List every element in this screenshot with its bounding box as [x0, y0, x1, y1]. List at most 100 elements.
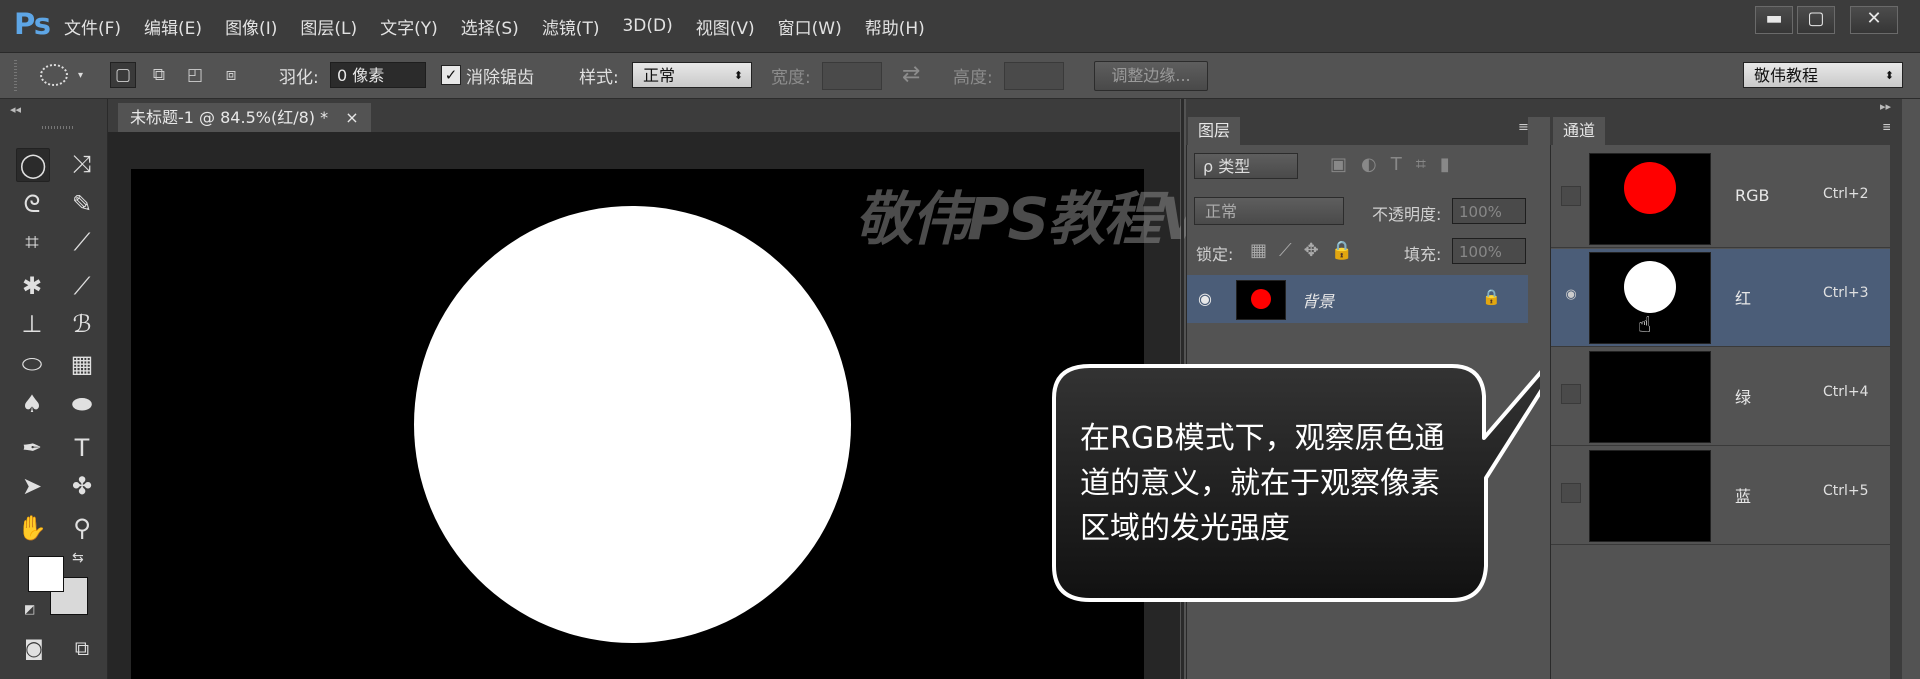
channel-row-green[interactable]: 绿 Ctrl+4	[1551, 348, 1890, 446]
channel-row-blue[interactable]: 蓝 Ctrl+5	[1551, 447, 1890, 545]
menu-edit[interactable]: 编辑(E)	[144, 14, 202, 39]
workspace-value: 敬伟教程	[1754, 66, 1819, 85]
healing-brush-tool-icon[interactable]: ✱	[16, 270, 48, 302]
close-button[interactable]: ✕	[1850, 6, 1898, 34]
style-value: 正常	[643, 66, 676, 85]
panel-menu-icon[interactable]: ≡	[1518, 120, 1529, 135]
callout-text: 在RGB模式下，观察原色通道的意义，就在于观察像素区域的发光强度	[1080, 421, 1445, 546]
layer-filter-icons: ▣◐T⌗▮	[1330, 154, 1464, 175]
blend-mode-dropdown[interactable]: 正常	[1194, 197, 1344, 225]
brush-tool-icon[interactable]: ⟋	[66, 270, 98, 302]
channel-shortcut: Ctrl+5	[1823, 483, 1869, 499]
menu-window[interactable]: 窗口(W)	[778, 14, 842, 39]
maximize-button[interactable]: ▢	[1797, 6, 1835, 34]
width-input[interactable]	[822, 62, 882, 90]
pen-tool-icon[interactable]: ✒	[16, 432, 48, 464]
collapse-panel-icon[interactable]: ◂◂	[10, 103, 21, 116]
refine-edge-button[interactable]: 调整边缘...	[1094, 61, 1208, 91]
panel-dock-header	[1186, 99, 1902, 117]
channel-name: 绿	[1735, 388, 1752, 407]
elliptical-marquee-icon[interactable]	[40, 64, 68, 86]
opacity-input[interactable]: 100%	[1452, 198, 1526, 224]
zoom-tool-icon[interactable]: ⚲	[66, 512, 98, 544]
layers-tab[interactable]: 图层	[1188, 117, 1241, 145]
channel-shortcut: Ctrl+4	[1823, 384, 1869, 400]
style-label: 样式:	[579, 68, 619, 88]
height-input[interactable]	[1004, 62, 1064, 90]
feather-label: 羽化:	[279, 68, 319, 88]
clone-stamp-tool-icon[interactable]: ⊥	[16, 308, 48, 340]
channel-row-red[interactable]: ◉ ☝ 红 Ctrl+3	[1551, 249, 1890, 347]
screen-mode-icon[interactable]: ⧉	[66, 632, 98, 664]
channel-row-rgb[interactable]: RGB Ctrl+2	[1551, 150, 1890, 248]
menu-filter[interactable]: 滤镜(T)	[542, 14, 600, 39]
panel-scrollbar[interactable]	[1890, 117, 1902, 679]
channel-visibility-toggle[interactable]	[1561, 186, 1581, 206]
eraser-tool-icon[interactable]: ⬭	[16, 348, 48, 380]
dodge-tool-icon[interactable]: ⬬	[66, 388, 98, 420]
photoshop-logo: Ps	[14, 7, 51, 41]
subtract-from-selection-icon[interactable]: ◰	[182, 62, 208, 88]
tool-preset-chevron-icon[interactable]: ▾	[78, 70, 83, 81]
menu-3d[interactable]: 3D(D)	[622, 16, 672, 36]
minimize-button[interactable]: ▬	[1755, 6, 1793, 34]
hand-tool-icon[interactable]: ✋	[16, 512, 48, 544]
options-grip[interactable]	[14, 60, 17, 92]
dropdown-arrows-icon: ⬍	[1884, 69, 1894, 82]
menu-type[interactable]: 文字(Y)	[380, 14, 438, 39]
menu-image[interactable]: 图像(I)	[225, 14, 277, 39]
channel-thumbnail	[1589, 153, 1711, 245]
crop-tool-icon[interactable]: ⌗	[16, 226, 48, 258]
lasso-tool-icon[interactable]: ᘓ	[16, 188, 48, 220]
type-tool-icon[interactable]: T	[66, 432, 98, 464]
channel-visibility-eye-icon[interactable]: ◉	[1561, 285, 1581, 305]
foreground-color-swatch[interactable]	[28, 556, 64, 592]
swap-colors-icon[interactable]: ⇆	[72, 550, 84, 566]
main-menu: 文件(F) 编辑(E) 图像(I) 图层(L) 文字(Y) 选择(S) 滤镜(T…	[64, 0, 948, 52]
intersect-selection-icon[interactable]: ⧈	[218, 62, 244, 88]
antialias-label: 消除锯齿	[466, 68, 534, 88]
eyedropper-tool-icon[interactable]: ⟋	[66, 226, 98, 258]
hand-cursor-icon: ☝	[1638, 313, 1652, 338]
style-dropdown[interactable]: 正常 ⬍	[632, 62, 752, 88]
close-document-icon[interactable]: ×	[345, 108, 358, 127]
antialias-checkbox[interactable]: ✓	[441, 65, 461, 85]
channel-name: 蓝	[1735, 487, 1752, 506]
channel-name: RGB	[1735, 186, 1770, 205]
quick-selection-tool-icon[interactable]: ✎	[66, 188, 98, 220]
channel-shortcut: Ctrl+3	[1823, 285, 1869, 301]
collapse-dock-icon[interactable]: ▸▸	[1880, 100, 1891, 113]
swap-dimensions-icon[interactable]: ⇄	[902, 62, 920, 87]
menu-select[interactable]: 选择(S)	[461, 14, 519, 39]
tools-grip[interactable]	[42, 126, 74, 129]
custom-shape-tool-icon[interactable]: ✤	[66, 470, 98, 502]
new-selection-icon[interactable]: ▢	[110, 62, 136, 88]
history-brush-tool-icon[interactable]: ℬ	[66, 308, 98, 340]
dropdown-arrows-icon: ⬍	[733, 69, 743, 82]
default-colors-icon[interactable]: ◩	[24, 602, 35, 616]
channel-thumbnail	[1589, 450, 1711, 542]
document-tab[interactable]: 未标题-1 @ 84.5%(红/8) * ×	[118, 103, 371, 132]
quick-mask-icon[interactable]: ◙	[18, 632, 50, 664]
menu-help[interactable]: 帮助(H)	[865, 14, 925, 39]
menu-layer[interactable]: 图层(L)	[300, 14, 357, 39]
workspace-dropdown[interactable]: 敬伟教程 ⬍	[1743, 62, 1903, 88]
feather-input[interactable]: 0 像素	[330, 62, 426, 88]
channel-visibility-toggle[interactable]	[1561, 384, 1581, 404]
menu-view[interactable]: 视图(V)	[696, 14, 755, 39]
add-to-selection-icon[interactable]: ⧉	[146, 62, 172, 88]
white-circle-shape	[414, 206, 851, 643]
right-edge	[1902, 99, 1920, 679]
gradient-tool-icon[interactable]: ▦	[66, 348, 98, 380]
channel-thumbnail	[1589, 351, 1711, 443]
elliptical-marquee-tool-icon[interactable]: ◯	[16, 148, 50, 182]
layer-filter-dropdown[interactable]: ρ 类型	[1194, 153, 1298, 179]
menu-file[interactable]: 文件(F)	[64, 14, 121, 39]
move-tool-icon[interactable]: ⤨	[66, 148, 98, 180]
height-label: 高度:	[953, 68, 993, 88]
channels-tab[interactable]: 通道	[1553, 117, 1606, 145]
channel-name: 红	[1735, 289, 1752, 308]
channel-visibility-toggle[interactable]	[1561, 483, 1581, 503]
path-selection-tool-icon[interactable]: ➤	[16, 470, 48, 502]
blur-tool-icon[interactable]: ♠	[16, 388, 48, 420]
